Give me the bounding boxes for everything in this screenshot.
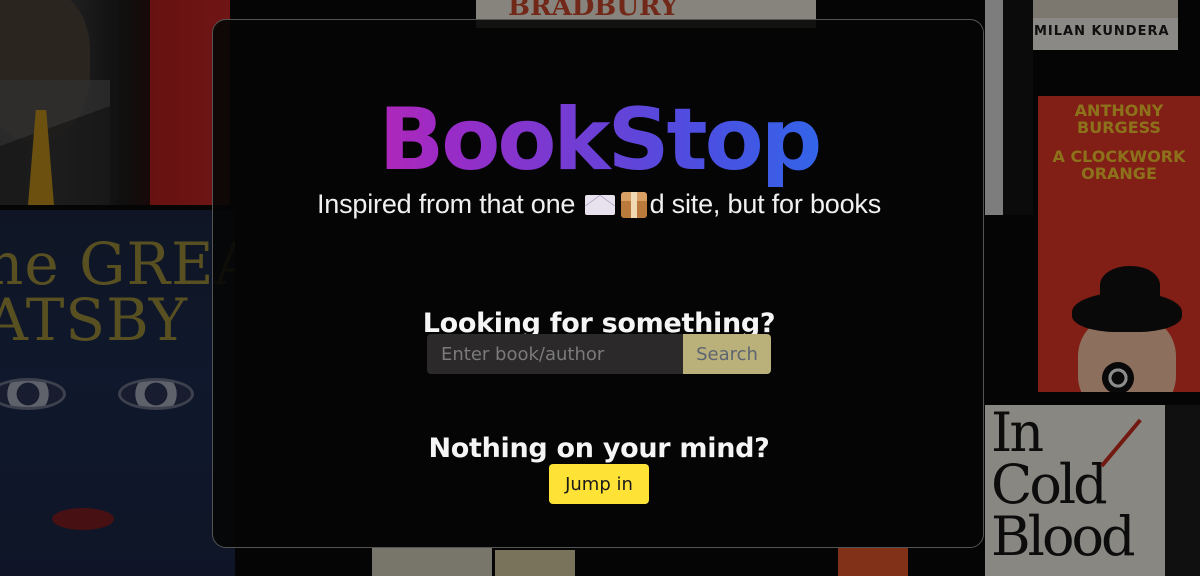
- jump-in-button[interactable]: Jump in: [549, 464, 649, 504]
- app-logo-title: BookStop: [213, 92, 983, 188]
- random-heading: Nothing on your mind?: [428, 433, 770, 465]
- tagline-text-start: Inspired from that one: [317, 189, 576, 219]
- search-button[interactable]: Search: [683, 334, 771, 374]
- app-tagline: Inspired from that one d site, but for b…: [213, 186, 983, 222]
- search-input[interactable]: [427, 334, 683, 374]
- envelope-icon: [584, 195, 615, 215]
- package-icon: [620, 192, 647, 218]
- hero-card: BookStop Inspired from that one d site, …: [212, 19, 984, 548]
- tagline-text-end: d site, but for books: [649, 189, 882, 219]
- search-form: Search: [427, 334, 771, 374]
